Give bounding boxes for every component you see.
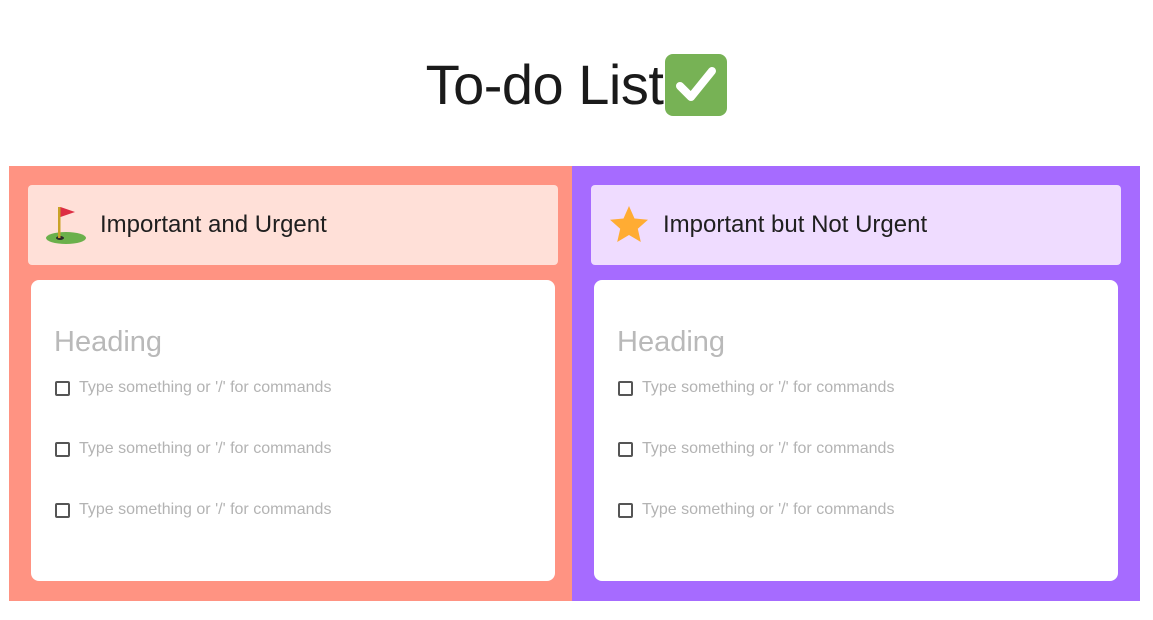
star-icon <box>607 203 651 247</box>
todo-card: Heading Type something or '/' for comman… <box>31 280 555 581</box>
todo-checkbox[interactable] <box>55 502 70 518</box>
todo-checkbox[interactable] <box>618 441 633 457</box>
todo-card: Heading Type something or '/' for comman… <box>594 280 1118 581</box>
column-title: Important but Not Urgent <box>663 211 928 238</box>
todo-checkbox[interactable] <box>55 441 70 457</box>
todo-text-input[interactable]: Type something or '/' for commands <box>642 379 894 397</box>
title-row: To-do List <box>0 50 1153 120</box>
check-mark-button-icon <box>665 54 728 116</box>
heading-input[interactable]: Heading <box>617 324 1118 360</box>
column-header[interactable]: Important and Urgent <box>28 185 558 265</box>
column-header[interactable]: Important but Not Urgent <box>591 185 1121 265</box>
todo-text-input[interactable]: Type something or '/' for commands <box>79 440 331 458</box>
todo-text-input[interactable]: Type something or '/' for commands <box>79 501 331 519</box>
column-title: Important and Urgent <box>100 211 327 238</box>
todo-item: Type something or '/' for commands <box>617 376 1118 400</box>
column-important-urgent: Important and Urgent Heading Type someth… <box>9 166 572 601</box>
heading-input[interactable]: Heading <box>54 324 555 360</box>
column-important-not-urgent: Important but Not Urgent Heading Type so… <box>572 166 1140 601</box>
todo-item: Type something or '/' for commands <box>54 498 555 522</box>
todo-item: Type something or '/' for commands <box>617 498 1118 522</box>
todo-text-input[interactable]: Type something or '/' for commands <box>642 501 894 519</box>
todo-item: Type something or '/' for commands <box>617 437 1118 461</box>
todo-item: Type something or '/' for commands <box>54 437 555 461</box>
todo-checkbox[interactable] <box>618 380 633 396</box>
golf-flag-icon <box>44 203 88 247</box>
todo-text-input[interactable]: Type something or '/' for commands <box>79 379 331 397</box>
todo-item: Type something or '/' for commands <box>54 376 555 400</box>
page-title[interactable]: To-do List <box>426 50 664 120</box>
board: Important and Urgent Heading Type someth… <box>9 166 1140 601</box>
todo-checkbox[interactable] <box>55 380 70 396</box>
todo-text-input[interactable]: Type something or '/' for commands <box>642 440 894 458</box>
page: To-do List Important and Urgent Heading … <box>0 0 1153 620</box>
todo-checkbox[interactable] <box>618 502 633 518</box>
